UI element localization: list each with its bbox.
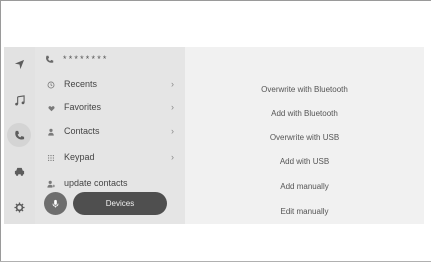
settings-icon <box>13 201 25 213</box>
menu-item-keypad[interactable]: Keypad › <box>35 148 185 168</box>
chevron-right-icon: › <box>171 102 174 112</box>
infotainment-screen: ******** Recents › Favorites › Contacts … <box>4 47 424 224</box>
microphone-icon <box>52 199 59 208</box>
menu-item-label: Favorites <box>64 102 102 112</box>
phone-menu: ******** Recents › Favorites › Contacts … <box>35 47 185 224</box>
option-add-manually[interactable]: Add manually <box>185 174 424 198</box>
menu-item-update-contacts[interactable]: update contacts <box>35 174 185 194</box>
frame-left-border <box>0 0 1 262</box>
music-icon <box>14 94 25 106</box>
navigation-rail-button[interactable] <box>7 52 31 76</box>
option-add-with-bluetooth[interactable]: Add with Bluetooth <box>185 101 424 125</box>
navigation-icon <box>14 59 24 69</box>
heart-icon <box>46 103 56 113</box>
menu-item-label: Keypad <box>64 152 95 162</box>
phone-rail-button[interactable] <box>7 123 31 147</box>
option-overwrite-with-usb[interactable]: Overwrite with USB <box>185 125 424 149</box>
menu-item-contacts[interactable]: Contacts › <box>35 122 185 142</box>
phone-number: ******** <box>63 54 109 64</box>
devices-button[interactable]: Devices <box>73 192 167 215</box>
menu-item-label: Contacts <box>64 126 100 136</box>
music-rail-button[interactable] <box>7 88 31 112</box>
connected-phone: ******** <box>45 52 109 66</box>
update-contacts-icon <box>46 179 56 189</box>
chevron-right-icon: › <box>171 126 174 136</box>
car-rail-button[interactable] <box>7 159 31 183</box>
menu-item-label: Recents <box>64 79 98 89</box>
settings-rail-button[interactable] <box>7 195 31 219</box>
car-icon <box>14 167 24 176</box>
frame-top-border <box>0 0 431 1</box>
update-options-list: Overwrite with Bluetooth Add with Blueto… <box>185 47 424 224</box>
option-edit-manually[interactable]: Edit manually <box>185 199 424 223</box>
voice-button[interactable] <box>44 192 67 215</box>
chevron-right-icon: › <box>171 79 174 89</box>
keypad-icon <box>46 153 56 163</box>
chevron-right-icon: › <box>171 152 174 162</box>
menu-item-recents[interactable]: Recents › <box>35 75 185 95</box>
option-overwrite-with-bluetooth[interactable]: Overwrite with Bluetooth <box>185 77 424 101</box>
phone-icon <box>46 55 54 63</box>
menu-item-favorites[interactable]: Favorites › <box>35 98 185 118</box>
side-rail <box>4 47 35 224</box>
recents-icon <box>46 80 56 90</box>
menu-item-label: update contacts <box>64 178 128 188</box>
option-add-with-usb[interactable]: Add with USB <box>185 149 424 173</box>
phone-icon <box>14 130 24 140</box>
contacts-icon <box>46 127 56 137</box>
